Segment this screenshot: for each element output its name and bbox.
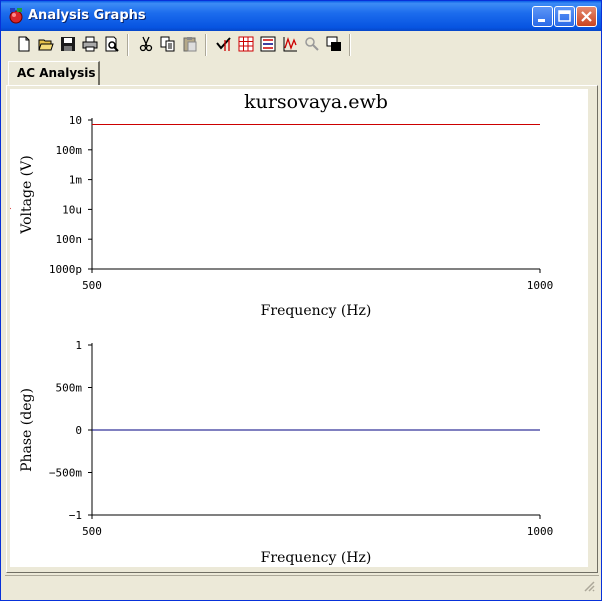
- restore-view-button[interactable]: [324, 34, 344, 55]
- toolbar-separator: [205, 34, 207, 56]
- y-tick-label: 100m: [56, 144, 83, 157]
- x-tick-label: 500: [82, 279, 102, 292]
- tab-label: AC Analysis: [17, 66, 96, 80]
- close-icon: [581, 11, 592, 22]
- y-tick-label: 10: [69, 114, 82, 127]
- paste-icon: [183, 37, 197, 52]
- chart-2: 1 500m 0 −500m −1500 1000 Frequency (Hz) Phase …: [19, 339, 553, 566]
- y-tick-label: 1: [75, 339, 82, 352]
- toggle-cursors-icon: [216, 37, 231, 51]
- print-preview-button[interactable]: [102, 34, 122, 55]
- toolbar-separator: [127, 34, 129, 56]
- y-tick-label: 100n: [56, 233, 83, 246]
- toggle-grid-button[interactable]: [236, 34, 256, 55]
- y-tick-label: 0: [75, 424, 82, 437]
- open-icon: [38, 39, 54, 51]
- toggle-legend-icon: [260, 36, 276, 52]
- cut-button[interactable]: [136, 34, 156, 55]
- copy-button[interactable]: [158, 34, 178, 55]
- toolbar-separator: [349, 34, 351, 56]
- close-button[interactable]: [576, 6, 597, 27]
- toggle-cursors-button[interactable]: [214, 34, 234, 55]
- x-axis-label: Frequency (Hz): [261, 550, 372, 566]
- toggle-legend-button[interactable]: [258, 34, 278, 55]
- y-tick-label: 1m: [69, 174, 83, 187]
- graph-area[interactable]: 10 100m 1m 10u 100n 1000p 500 1000 Frequency (Hz…: [10, 89, 588, 567]
- toggle-grid-icon: [238, 36, 254, 52]
- resize-grip-icon[interactable]: [583, 580, 595, 592]
- maximize-button[interactable]: [554, 6, 575, 27]
- app-icon: [9, 8, 23, 24]
- graphs-svg: 10100m1m10u100n1000p500 1000Frequency (Hz…: [10, 91, 553, 566]
- print-button[interactable]: [80, 34, 100, 55]
- analysis-graphs-window: Analysis Graphs AC Analysis 10 100m 1m 1…: [0, 0, 602, 601]
- x-tick-label: 1000: [527, 525, 554, 538]
- print-preview-icon: [105, 36, 119, 52]
- tab-strip: AC Analysis: [6, 61, 598, 85]
- window-title: Analysis Graphs: [28, 8, 146, 23]
- new-button[interactable]: [14, 34, 34, 55]
- graph-properties-icon: [283, 36, 297, 52]
- zoom-icon: [305, 37, 319, 51]
- maximize-icon: [558, 10, 571, 22]
- cursor-marker-icon: [10, 207, 11, 210]
- save-button[interactable]: [58, 34, 78, 55]
- minimize-button[interactable]: [532, 6, 553, 27]
- y-tick-label: 500m: [56, 382, 83, 395]
- y-tick-label: 10u: [62, 203, 82, 216]
- tab-ac-analysis[interactable]: AC Analysis: [8, 61, 100, 85]
- copy-icon: [160, 36, 175, 52]
- chart-1: 10 100m 1m 10u 100n 1000p500 1000 Frequency (Hz…: [10, 91, 553, 319]
- restore-view-icon: [326, 36, 341, 51]
- graph-properties-button[interactable]: [280, 34, 300, 55]
- minimize-icon: [538, 19, 545, 22]
- chart-title: kursovaya.ewb: [244, 91, 388, 113]
- new-icon: [18, 36, 30, 52]
- print-icon: [82, 36, 98, 52]
- save-icon: [61, 37, 75, 51]
- x-tick-label: 1000: [527, 279, 554, 292]
- x-tick-label: 500: [82, 525, 102, 538]
- y-axis-label: Phase (deg): [19, 388, 35, 472]
- y-tick-label: 1000p: [49, 263, 82, 276]
- y-tick-label: −1: [69, 509, 82, 522]
- y-tick-label: −500m: [49, 467, 82, 480]
- zoom-button[interactable]: [302, 34, 322, 55]
- paste-button[interactable]: [180, 34, 200, 55]
- title-bar[interactable]: Analysis Graphs: [1, 1, 601, 31]
- y-axis-label: Voltage (V): [19, 155, 35, 234]
- status-bar: [5, 575, 599, 596]
- toolbar: [5, 32, 599, 59]
- x-axis-label: Frequency (Hz): [261, 303, 372, 319]
- cut-icon: [139, 36, 153, 52]
- open-button[interactable]: [36, 34, 56, 55]
